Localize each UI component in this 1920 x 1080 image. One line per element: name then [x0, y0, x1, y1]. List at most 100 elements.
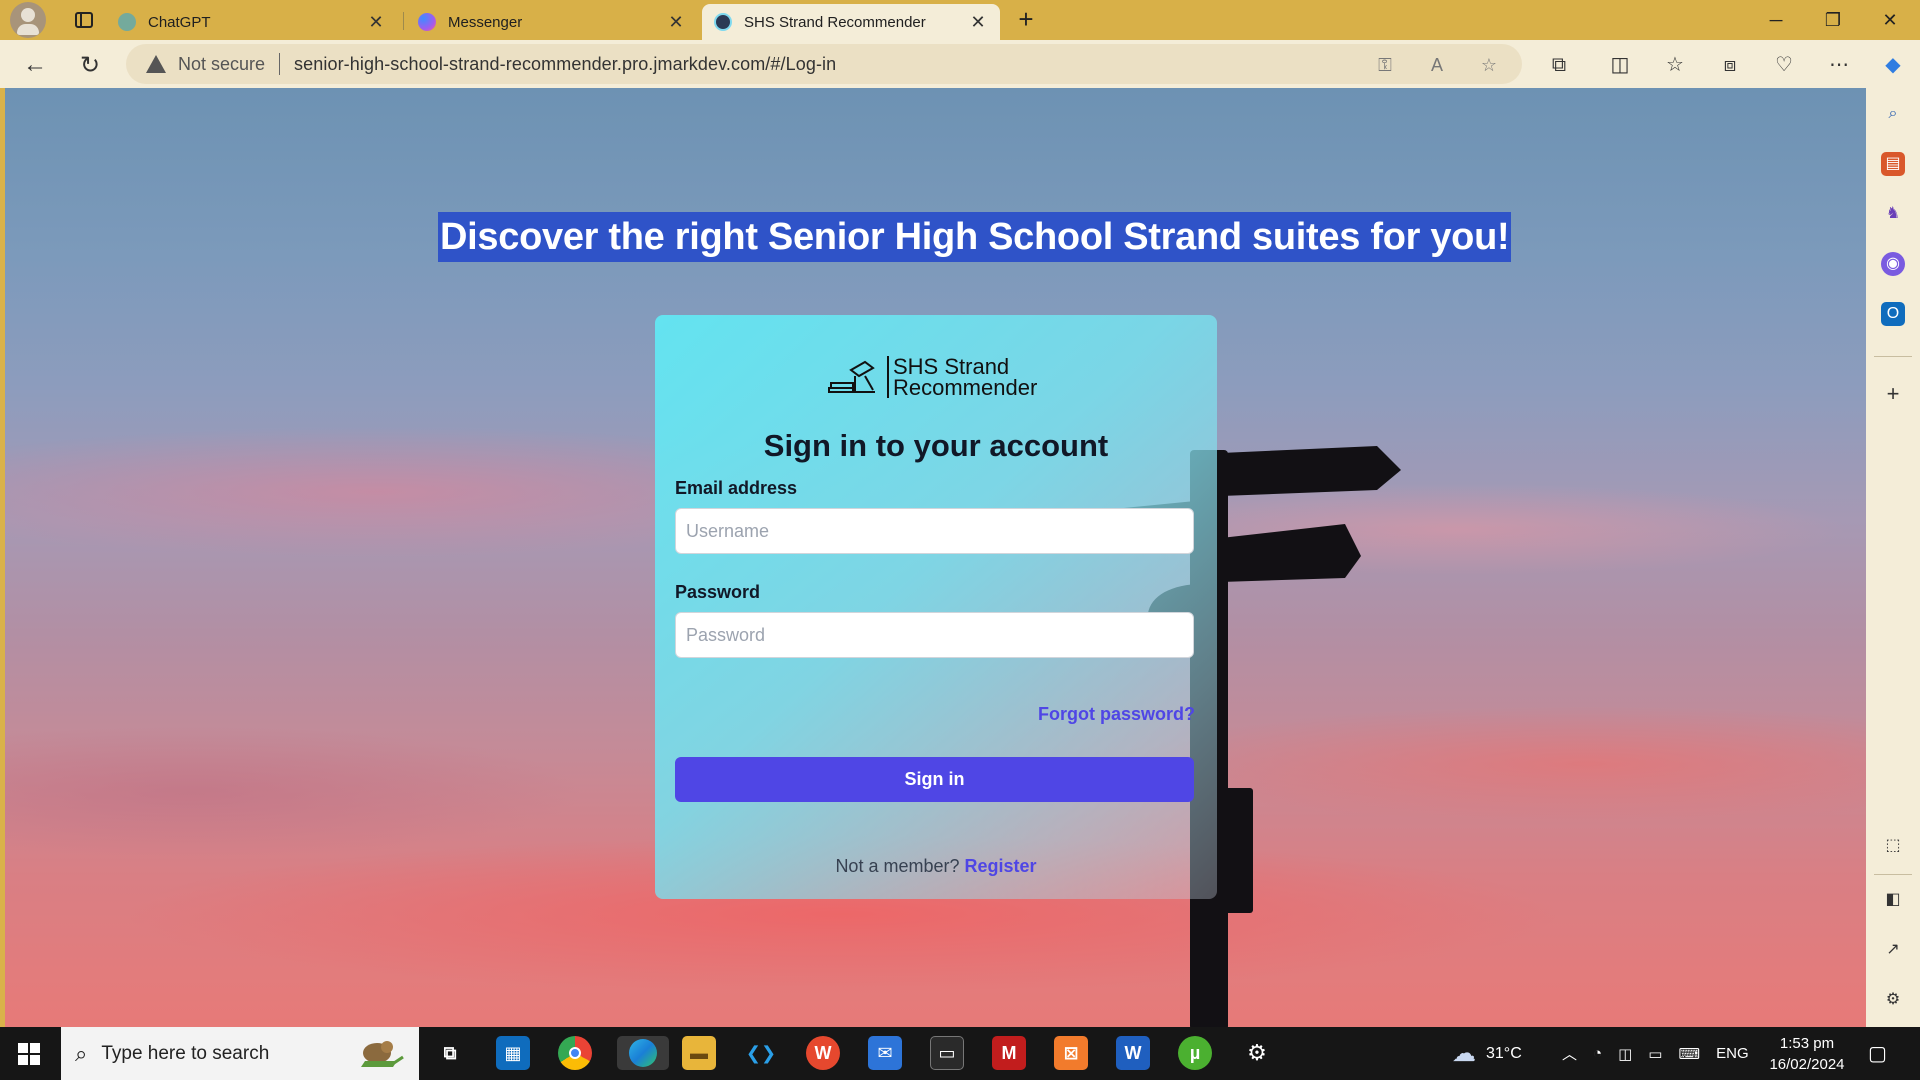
tools-icon[interactable]: ▤	[1881, 152, 1905, 176]
browser-essentials-icon[interactable]: ♡	[1771, 52, 1797, 78]
tab-label: SHS Strand Recommender	[744, 13, 926, 31]
key-icon[interactable]: ⚿	[1374, 54, 1396, 76]
edge-browser-icon[interactable]	[617, 1036, 669, 1070]
add-icon[interactable]: +	[1881, 382, 1905, 406]
profile-avatar-icon[interactable]	[10, 2, 46, 38]
chrome-icon[interactable]	[558, 1036, 592, 1070]
split-screen-icon[interactable]: ◫	[1607, 52, 1633, 78]
screenshot-icon[interactable]: ⬚	[1881, 834, 1905, 858]
logo-text-line1: SHS Strand	[893, 354, 1010, 379]
notifications-icon[interactable]: ▢	[1868, 1027, 1887, 1080]
tab-messenger[interactable]: Messenger ✕	[406, 4, 698, 40]
tab-separator	[403, 12, 404, 30]
search-icon[interactable]: ⌕	[1881, 102, 1905, 126]
mcafee-icon[interactable]: M	[992, 1036, 1026, 1070]
speaker-icon[interactable]: ◫	[1618, 1045, 1632, 1063]
divider	[1874, 874, 1912, 875]
divider	[279, 53, 281, 75]
shs-app-icon	[714, 13, 732, 31]
minimize-icon[interactable]: ─	[1748, 0, 1804, 40]
language-indicator[interactable]: ENG	[1716, 1045, 1749, 1062]
messenger-icon	[418, 13, 436, 31]
windows-start-icon[interactable]	[18, 1043, 40, 1065]
favorite-star-icon[interactable]: ☆	[1478, 54, 1500, 76]
xampp-icon[interactable]: ⊠	[1054, 1036, 1088, 1070]
vscode-icon[interactable]: ❮❯	[744, 1036, 778, 1070]
shs-logo: SHS Strand Recommender	[825, 355, 1037, 399]
extensions-icon[interactable]: ⧉	[1546, 52, 1572, 78]
battery-icon[interactable]: ▭	[1648, 1045, 1662, 1063]
page-headline: Discover the right Senior High School St…	[438, 212, 1512, 262]
email-field[interactable]	[675, 508, 1194, 554]
collections-icon[interactable]: ⧈	[1717, 52, 1743, 78]
restore-icon[interactable]: ❐	[1805, 0, 1861, 40]
mail-icon[interactable]: ✉	[868, 1036, 902, 1070]
tab-label: Messenger	[448, 13, 523, 31]
microsoft-365-icon[interactable]: ◉	[1881, 252, 1905, 276]
search-highlight-bird-icon	[361, 1041, 404, 1067]
address-bar[interactable]: Not secure senior-high-school-strand-rec…	[126, 44, 1522, 84]
wps-office-icon[interactable]: W	[806, 1036, 840, 1070]
open-external-icon[interactable]: ↗	[1881, 938, 1905, 962]
cloud-icon: ☁	[1452, 1040, 1476, 1067]
weather-temp: 31°C	[1486, 1044, 1522, 1062]
tab-label: ChatGPT	[148, 13, 211, 31]
back-arrow-icon[interactable]: ←	[18, 48, 52, 82]
tab-shs-strand-recommender[interactable]: SHS Strand Recommender ✕	[702, 4, 1000, 40]
search-icon: ⌕	[75, 1040, 88, 1066]
security-label: Not secure	[178, 53, 266, 74]
browser-toolbar: ← ↻ Not secure senior-high-school-strand…	[0, 40, 1920, 88]
clock-date: 16/02/2024	[1769, 1056, 1845, 1073]
close-window-icon[interactable]: ✕	[1862, 0, 1918, 40]
task-view-icon[interactable]: ⧉	[433, 1036, 467, 1070]
more-options-icon[interactable]: ⋯	[1826, 52, 1852, 78]
chatgpt-icon	[118, 13, 136, 31]
word-icon[interactable]: W	[1116, 1036, 1150, 1070]
password-field[interactable]	[675, 612, 1194, 658]
page-viewport: Discover the right Senior High School St…	[5, 88, 1866, 1027]
outlook-icon[interactable]: O	[1881, 302, 1905, 326]
close-tab-icon[interactable]: ✕	[666, 12, 686, 33]
forgot-password-link[interactable]: Forgot password?	[1038, 704, 1195, 725]
register-prompt: Not a member? Register	[655, 856, 1217, 877]
email-label: Email address	[675, 478, 798, 498]
keyboard-icon[interactable]: ⌨	[1678, 1045, 1700, 1063]
graduation-pen-logo-icon	[828, 360, 875, 393]
not-member-text: Not a member?	[835, 856, 960, 876]
wifi-icon[interactable]: ◔	[1593, 1045, 1602, 1062]
windows-taskbar: ⌕ Type here to search ⧉ ▦ ▬ ❮❯ W ✉ ▭ M ⊠…	[0, 1027, 1920, 1080]
favorites-icon[interactable]: ☆	[1662, 52, 1688, 78]
settings-gear-icon[interactable]: ⚙	[1240, 1036, 1274, 1070]
tab-actions-icon[interactable]	[66, 2, 102, 38]
chevron-up-icon[interactable]: ︿	[1562, 1043, 1577, 1064]
utorrent-icon[interactable]: µ	[1178, 1036, 1212, 1070]
clock-time: 1:53 pm	[1779, 1035, 1835, 1052]
edge-sidebar: ⌕ ▤ ♞ ◉ O + ⬚ ◧ ↗ ⚙	[1866, 88, 1920, 1027]
refresh-icon[interactable]: ↻	[73, 48, 107, 82]
close-tab-icon[interactable]: ✕	[366, 12, 386, 33]
hide-sidebar-icon[interactable]: ◧	[1881, 888, 1905, 912]
register-link[interactable]: Register	[965, 856, 1037, 876]
divider	[1874, 356, 1912, 357]
file-explorer-icon[interactable]: ▬	[682, 1036, 716, 1070]
taskbar-clock[interactable]: 1:53 pm 16/02/2024	[1758, 1033, 1856, 1075]
login-card: SHS Strand Recommender Sign in to your a…	[655, 315, 1217, 899]
taskbar-search-box[interactable]: ⌕ Type here to search	[61, 1027, 419, 1080]
read-aloud-icon[interactable]: A	[1426, 54, 1448, 76]
system-tray: ︿ ◔ ◫ ▭ ⌨ ENG	[1562, 1027, 1749, 1080]
games-icon[interactable]: ♞	[1881, 202, 1905, 226]
weather-widget[interactable]: ☁ 31°C	[1452, 1027, 1522, 1080]
sign-in-button[interactable]: Sign in	[675, 757, 1194, 802]
search-placeholder: Type here to search	[101, 1042, 270, 1064]
settings-gear-icon[interactable]: ⚙	[1881, 988, 1905, 1012]
microsoft-store-icon[interactable]: ▦	[496, 1036, 530, 1070]
logo-text-line2: Recommender	[893, 375, 1038, 400]
password-label: Password	[675, 582, 761, 602]
new-tab-button[interactable]: +	[1010, 4, 1042, 36]
tab-chatgpt[interactable]: ChatGPT ✕	[106, 4, 398, 40]
url-text[interactable]: senior-high-school-strand-recommender.pr…	[294, 54, 836, 75]
close-tab-icon[interactable]: ✕	[968, 12, 988, 33]
warning-icon	[146, 55, 166, 73]
copilot-icon[interactable]: ◆	[1880, 52, 1906, 78]
terminal-icon[interactable]: ▭	[930, 1036, 964, 1070]
